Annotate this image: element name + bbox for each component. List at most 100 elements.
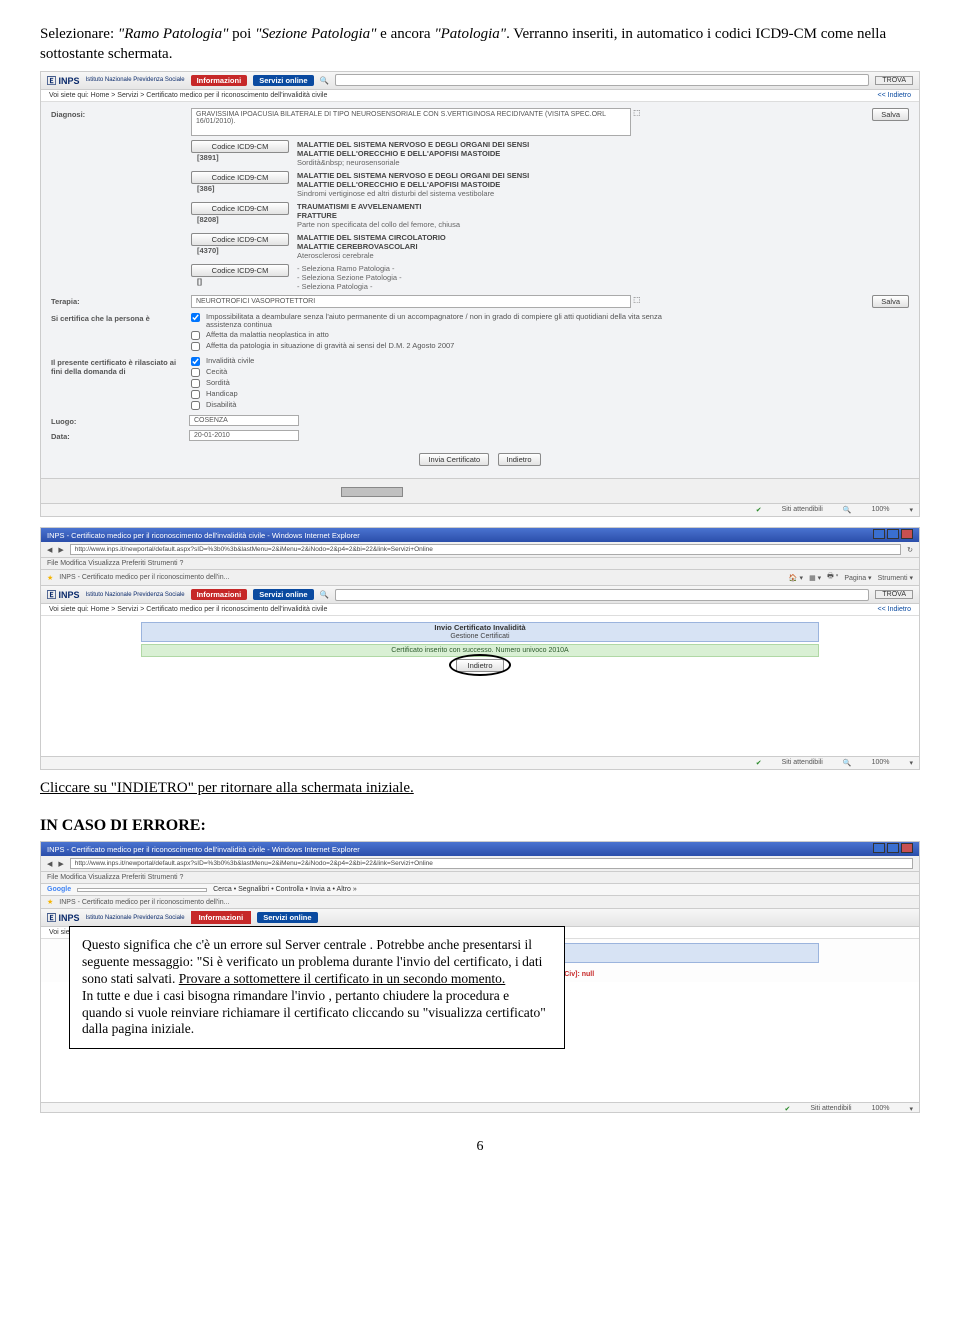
inps-logo-subtitle: Istituto Nazionale Previdenza Sociale — [86, 77, 185, 83]
tab-servizi-online[interactable]: Servizi online — [253, 75, 313, 86]
search-input[interactable] — [335, 74, 870, 86]
inps-logo: 🄴 INPS — [47, 911, 80, 924]
ie-menubar[interactable]: File Modifica Visualizza Preferiti Strum… — [41, 872, 919, 884]
tab-servizi-online[interactable]: Servizi online — [253, 589, 313, 600]
ie-menubar[interactable]: File Modifica Visualizza Preferiti Strum… — [41, 558, 919, 570]
error-explanation-callout: Questo significa che c'è un errore sul S… — [69, 926, 565, 1049]
back-icon[interactable]: ◀ — [47, 860, 52, 868]
invia-certificato-button[interactable]: Invia Certificato — [419, 453, 489, 466]
zoom-dropdown-icon[interactable]: ▾ — [909, 1105, 913, 1113]
data-label: Data: — [51, 430, 181, 441]
ril-opt-3-checkbox[interactable] — [191, 390, 200, 399]
google-toolbar-items[interactable]: Cerca • Segnalibri • Controlla • Invia a… — [213, 886, 357, 893]
breadcrumb: Voi siete qui: Home > Servizi > Certific… — [41, 90, 919, 102]
codice-icd9-button[interactable]: Codice ICD9-CM — [191, 202, 289, 215]
cert-opt-1-checkbox[interactable] — [191, 331, 200, 340]
data-input[interactable]: 20-01-2010 — [189, 430, 299, 441]
indietro-button[interactable]: Indietro — [498, 453, 541, 466]
favorites-icon[interactable]: ★ — [47, 574, 53, 582]
intro-step3: "Patologia" — [434, 26, 506, 42]
search-icon: 🔍 — [320, 76, 329, 85]
page-menu[interactable]: Pagina ▾ — [844, 574, 871, 582]
icd9-code-3: [4370] — [191, 246, 289, 255]
forward-icon[interactable]: ▶ — [58, 860, 63, 868]
select-sezione-patologia[interactable]: - Seleziona Sezione Patologia - — [297, 273, 402, 282]
refresh-icon[interactable]: ↻ — [907, 546, 913, 554]
search-input[interactable] — [335, 589, 870, 601]
luogo-input[interactable]: COSENZA — [189, 415, 299, 426]
tab-informazioni[interactable]: Informazioni — [191, 75, 248, 86]
error-section-heading: IN CASO DI ERRORE: — [40, 817, 920, 835]
cert-opt-2-checkbox[interactable] — [191, 342, 200, 351]
select-ramo-patologia[interactable]: - Seleziona Ramo Patologia - — [297, 264, 402, 273]
tab-servizi-online[interactable]: Servizi online — [257, 912, 317, 923]
google-toolbar[interactable]: Google Cerca • Segnalibri • Controlla • … — [41, 884, 919, 896]
ril-opt-2-checkbox[interactable] — [191, 379, 200, 388]
annotation-oval — [449, 654, 511, 676]
inps-logo: 🄴 INPS — [47, 74, 80, 87]
ril-opt-0-checkbox[interactable] — [191, 357, 200, 366]
diagnosi-textarea[interactable]: GRAVISSIMA IPOACUSIA BILATERALE DI TIPO … — [191, 108, 631, 136]
cert-opt-0-label: Impossibilitata a deambulare senza l'aiu… — [206, 313, 691, 330]
page-number: 6 — [40, 1139, 920, 1155]
codice-icd9-button[interactable]: Codice ICD9-CM — [191, 140, 289, 153]
window-title: INPS - Certificato medico per il riconos… — [47, 531, 360, 540]
panel-title: Invio Certificato Invalidità — [142, 623, 818, 632]
browser-status-bar: ✔ Siti attendibili 🔍 100% ▾ — [41, 503, 919, 516]
terapia-label: Terapia: — [51, 295, 181, 306]
horizontal-scrollbar[interactable] — [41, 478, 919, 503]
zoom-dropdown-icon[interactable]: ▾ — [909, 506, 913, 514]
codice-icd9-button[interactable]: Codice ICD9-CM — [191, 233, 289, 246]
cert-opt-0-checkbox[interactable] — [191, 313, 200, 322]
salva-terapia-button[interactable]: Salva — [872, 295, 909, 308]
intro-step1: "Ramo Patologia" — [118, 26, 229, 42]
terapia-textarea[interactable]: NEUROTROFICI VASOPROTETTORI — [191, 295, 631, 308]
ril-opt-1-checkbox[interactable] — [191, 368, 200, 377]
siti-attendibili-label: Siti attendibili — [782, 506, 823, 514]
browser-tab[interactable]: INPS - Certificato medico per il riconos… — [59, 899, 229, 906]
screenshot-form: 🄴 INPS Istituto Nazionale Previdenza Soc… — [40, 71, 920, 518]
trova-button[interactable]: TROVA — [875, 590, 913, 599]
codice-icd9-button[interactable]: Codice ICD9-CM — [191, 171, 289, 184]
cert-opt-1-label: Affetta da malattia neoplastica in atto — [206, 331, 329, 339]
print-icon[interactable]: 🖶 ▾ — [827, 572, 838, 583]
forward-icon[interactable]: ▶ — [58, 546, 63, 554]
tools-menu[interactable]: Strumenti ▾ — [878, 574, 913, 582]
salva-diagnosi-button[interactable]: Salva — [872, 108, 909, 121]
screenshot-success: INPS - Certificato medico per il riconos… — [40, 527, 920, 770]
tab-informazioni[interactable]: Informazioni — [191, 589, 248, 600]
feed-icon[interactable]: ▦ ▾ — [809, 574, 821, 582]
checkmark-icon: ✔ — [756, 759, 762, 767]
codice-icd9-button[interactable]: Codice ICD9-CM — [191, 264, 289, 277]
browser-tab[interactable]: INPS - Certificato medico per il riconos… — [59, 574, 229, 581]
google-logo: Google — [47, 886, 71, 893]
ril-opt-4-checkbox[interactable] — [191, 401, 200, 410]
icd9-code-4: [] — [191, 277, 289, 286]
zoom-dropdown-icon[interactable]: ▾ — [909, 759, 913, 767]
icd9-code-0: [3891] — [191, 153, 289, 162]
breadcrumb-indietro-link[interactable]: << Indietro — [878, 92, 911, 99]
intro-paragraph: Selezionare: "Ramo Patologia" poi "Sezio… — [40, 24, 920, 65]
panel-subtitle: Gestione Certificati — [142, 632, 818, 641]
trova-button[interactable]: TROVA — [875, 76, 913, 85]
form-body: Diagnosi: GRAVISSIMA IPOACUSIA BILATERAL… — [41, 102, 919, 479]
back-icon[interactable]: ◀ — [47, 546, 52, 554]
checkmark-icon: ✔ — [784, 1105, 790, 1113]
select-patologia[interactable]: - Seleziona Patologia - — [297, 282, 402, 291]
address-bar[interactable]: http://www.inps.it/newportal/default.asp… — [70, 858, 913, 869]
breadcrumb-indietro-link[interactable]: << Indietro — [878, 606, 911, 613]
zoom-icon: 🔍 — [843, 759, 852, 767]
window-buttons[interactable] — [871, 529, 913, 541]
window-title: INPS - Certificato medico per il riconos… — [47, 845, 360, 854]
diagnosi-label: Diagnosi: — [51, 108, 181, 119]
instruction-click-indietro: Cliccare su "INDIETRO" per ritornare all… — [40, 780, 920, 797]
tab-informazioni[interactable]: Informazioni — [191, 911, 252, 924]
zoom-icon: 🔍 — [843, 506, 852, 514]
cert-opt-2-label: Affetta da patologia in situazione di gr… — [206, 342, 454, 350]
inps-logo: 🄴 INPS — [47, 588, 80, 601]
address-bar[interactable]: http://www.inps.it/newportal/default.asp… — [70, 544, 901, 555]
window-buttons[interactable] — [871, 843, 913, 855]
google-search-input[interactable] — [77, 888, 207, 892]
favorites-icon[interactable]: ★ — [47, 898, 53, 906]
home-icon[interactable]: 🏠 ▾ — [789, 574, 803, 582]
